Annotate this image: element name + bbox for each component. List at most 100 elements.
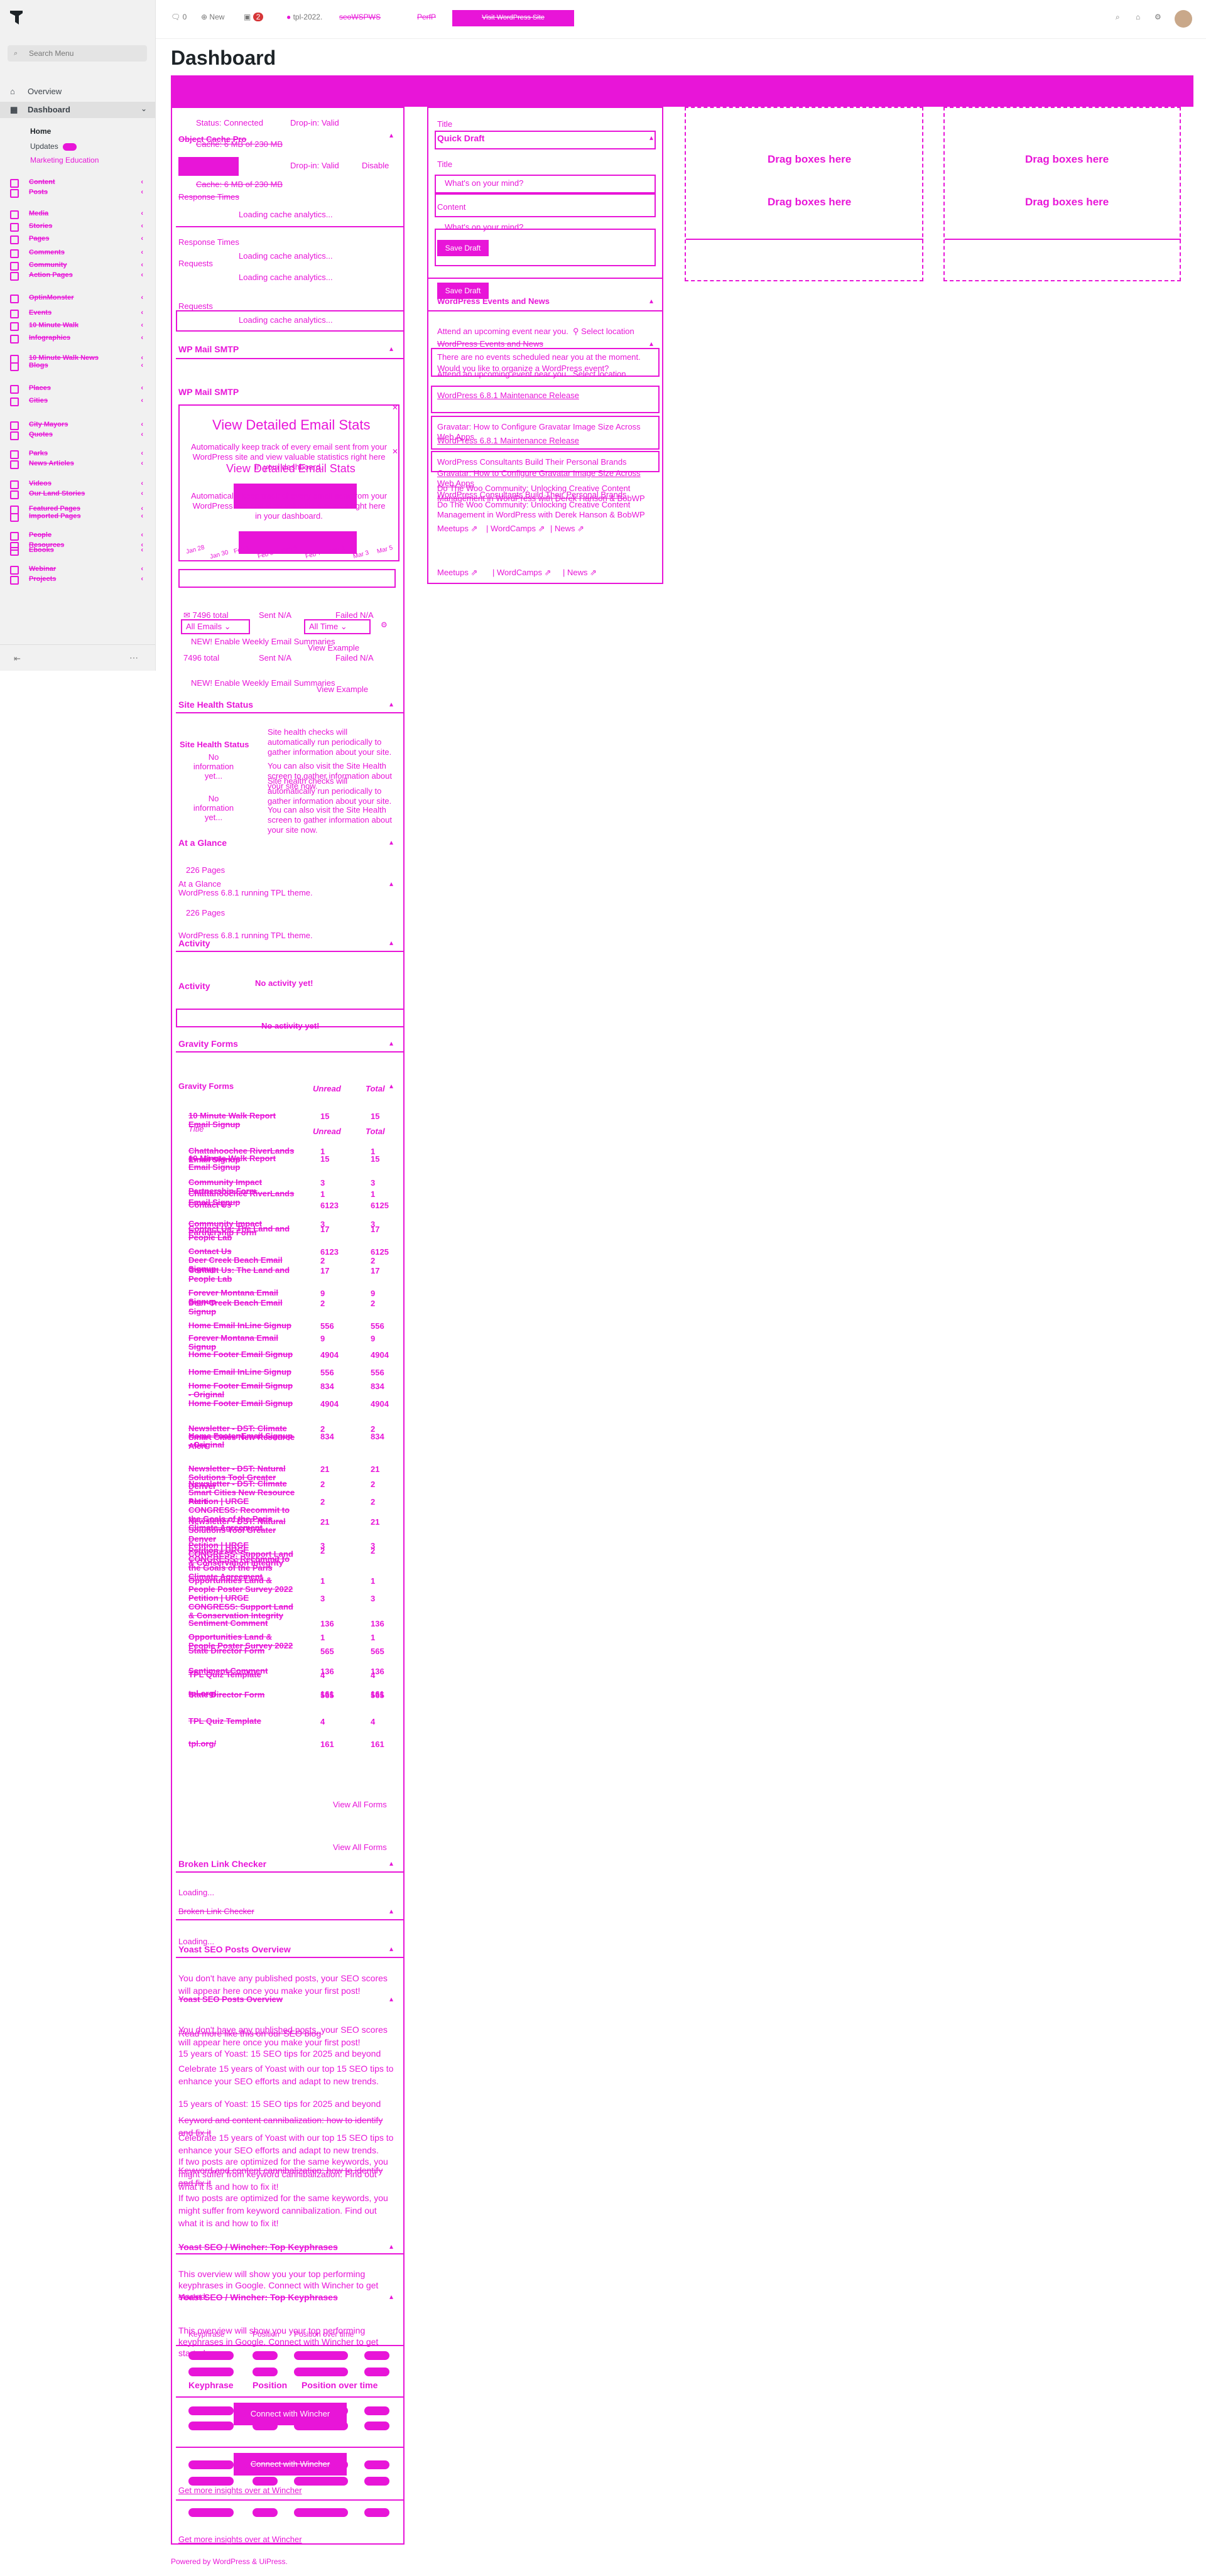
collapse-icon[interactable]: ▴ <box>389 2242 393 2251</box>
select-location-button[interactable]: ⚲ Select location <box>573 327 634 337</box>
yoast-news-link-1[interactable]: 15 years of Yoast: 15 SEO tips for 2025 … <box>178 2048 381 2059</box>
view-all-forms-link-2[interactable]: View All Forms <box>333 1843 387 1852</box>
seo-link[interactable]: seoWSPWS <box>339 13 381 21</box>
sidebar-item-infographics[interactable]: Infographics ‹ <box>10 334 143 344</box>
close-icon[interactable]: ✕ <box>392 403 398 412</box>
new-link[interactable]: ⊕ New <box>201 13 224 21</box>
perf-link[interactable]: PerfP <box>417 13 436 21</box>
avatar[interactable] <box>1175 10 1192 28</box>
sub-updates[interactable]: Updates <box>30 142 58 151</box>
pages-count[interactable]: 226 Pages <box>186 865 225 875</box>
settings-icon[interactable]: ⚙ <box>1154 13 1161 21</box>
collapse-icon[interactable]: ▴ <box>389 938 393 947</box>
emails-filter-select[interactable]: All Emails ⌄ <box>181 619 250 634</box>
sidebar-item-news-articles[interactable]: News Articles ‹ <box>10 460 143 470</box>
sidebar-item-stories[interactable]: Stories ‹ <box>10 222 143 232</box>
site-link[interactable]: ● tpl-2022. <box>286 13 322 21</box>
sidebar-item-media[interactable]: Media ‹ <box>10 210 143 220</box>
sidebar-item-ebooks[interactable]: Ebooks ‹ <box>10 546 143 556</box>
collapse-icon[interactable]: ▴ <box>389 131 393 139</box>
collapse-icon[interactable]: ▴ <box>389 1907 393 1915</box>
blc-title-2: Broken Link Checker <box>178 1907 254 1916</box>
pages-count-2[interactable]: 226 Pages <box>186 908 225 917</box>
sidebar-item-cities[interactable]: Cities ‹ <box>10 397 143 407</box>
more-icon[interactable]: ⋯ <box>129 652 138 663</box>
sidebar-item-imported-pages[interactable]: Imported Pages ‹ <box>10 512 143 522</box>
drop-zone-col4[interactable] <box>943 107 1181 281</box>
sidebar-item-our-land-stories[interactable]: Our Land Stories ‹ <box>10 490 143 500</box>
close-icon[interactable]: ✕ <box>392 447 398 456</box>
news-link[interactable]: | News ⇗ <box>550 524 584 534</box>
sidebar-item-city-mayors[interactable]: City Mayors ‹ <box>10 421 143 431</box>
qd-content-input[interactable] <box>435 193 656 217</box>
nav-dashboard[interactable]: ▦ Dashboard <box>10 105 70 115</box>
divider <box>428 278 662 279</box>
site-logo-icon[interactable] <box>8 9 25 26</box>
collapse-icon[interactable]: ▴ <box>389 1944 393 1953</box>
meetups-link-2[interactable]: Meetups ⇗ <box>437 568 477 578</box>
wincher-more-link[interactable]: Get more insights over at Wincher <box>178 2486 302 2495</box>
collapse-icon[interactable]: ▴ <box>389 1994 393 2003</box>
collapse-icon[interactable]: ▴ <box>649 296 653 305</box>
select-location-button-2[interactable]: Select location <box>573 369 626 379</box>
updates-link[interactable]: ▣ 2 <box>244 13 264 21</box>
sidebar-item-optinmonster[interactable]: OptinMonster ‹ <box>10 294 143 304</box>
sidebar-item-posts[interactable]: Posts ‹ <box>10 188 143 198</box>
cache-disable-button[interactable]: Disable <box>362 161 389 170</box>
sidebar-item-parks[interactable]: Parks ‹ <box>10 450 143 460</box>
sidebar-item-comments[interactable]: Comments ‹ <box>10 249 143 259</box>
collapse-icon[interactable]: ▴ <box>389 1859 393 1868</box>
sidebar-item-videos[interactable]: Videos ‹ <box>10 480 143 490</box>
settings-icon[interactable]: ⚙ <box>381 620 388 629</box>
event-news-link[interactable]: Do The Woo Community: Unlocking Creative… <box>437 500 655 520</box>
sidebar-item-places[interactable]: Places ‹ <box>10 384 143 394</box>
yoast-news-link-2b[interactable]: Keyword and content cannibalization: how… <box>178 2164 394 2189</box>
collapse-icon[interactable]: ▴ <box>389 344 393 353</box>
sidebar-item-content[interactable]: Content ‹ <box>10 178 143 188</box>
news-link-2[interactable]: | News ⇗ <box>563 568 597 578</box>
sidebar-item-projects[interactable]: Projects ‹ <box>10 575 143 585</box>
view-example-link-2[interactable]: View Example <box>317 685 368 694</box>
collapse-sidebar-icon[interactable]: ⇤ <box>14 654 21 664</box>
collapse-icon[interactable]: ▴ <box>389 1039 393 1047</box>
sidebar-item-events[interactable]: Events ‹ <box>10 309 143 319</box>
collapse-icon[interactable]: ▴ <box>389 879 393 888</box>
sub-home[interactable]: Home <box>30 127 51 136</box>
chevron-down-icon[interactable]: ⌄ <box>141 104 147 113</box>
search-menu-input[interactable]: ⌕ Search Menu <box>8 45 147 62</box>
drop-zone-col3[interactable] <box>685 107 923 281</box>
collapse-icon[interactable]: ▴ <box>389 700 393 708</box>
weekly-summary-checkbox-2[interactable]: NEW! Enable Weekly Email Summaries <box>191 678 335 688</box>
sidebar-item-community[interactable]: Community ‹ <box>10 261 143 271</box>
connect-wincher-button[interactable]: Connect with Wincher <box>234 2403 347 2425</box>
sidebar-item-webinar[interactable]: Webinar ‹ <box>10 565 143 575</box>
sidebar-item-action-pages[interactable]: Action Pages ‹ <box>10 271 143 281</box>
sidebar-item-10-minute-walk[interactable]: 10 Minute Walk ‹ <box>10 322 143 332</box>
wordcamps-link-2[interactable]: | WordCamps ⇗ <box>492 568 551 578</box>
view-all-forms-link[interactable]: View All Forms <box>333 1800 387 1809</box>
meetups-link[interactable]: Meetups ⇗ <box>437 524 477 534</box>
collapse-icon[interactable]: ▴ <box>649 339 653 348</box>
visit-site-button[interactable]: Visit WordPress Site <box>452 10 574 26</box>
collapse-icon[interactable]: ▴ <box>389 1081 393 1090</box>
sidebar-item-quotes[interactable]: Quotes ‹ <box>10 431 143 441</box>
view-example-link[interactable]: View Example <box>308 643 359 652</box>
sidebar-item-people[interactable]: People ‹ <box>10 531 143 541</box>
search-icon[interactable]: ⌕ <box>1116 13 1120 22</box>
collapse-icon[interactable]: ▴ <box>389 2292 393 2301</box>
connect-wincher-button-2[interactable]: Connect with Wincher <box>234 2453 347 2476</box>
wincher-more-link-2[interactable]: Get more insights over at Wincher <box>178 2535 302 2544</box>
home-icon[interactable]: ⌂ <box>1136 13 1140 21</box>
collapse-icon[interactable]: ▴ <box>389 838 393 847</box>
sidebar-item-blogs[interactable]: Blogs ‹ <box>10 362 143 372</box>
sub-marketing-education[interactable]: Marketing Education <box>30 156 99 165</box>
time-filter-select[interactable]: All Time ⌄ <box>304 619 371 634</box>
collapse-icon[interactable]: ▴ <box>649 133 653 142</box>
yoast-news-link-1b[interactable]: 15 years of Yoast: 15 SEO tips for 2025 … <box>178 2099 381 2109</box>
save-draft-button[interactable]: Save Draft <box>437 240 489 256</box>
sidebar-item-pages[interactable]: Pages ‹ <box>10 235 143 245</box>
nav-overview[interactable]: ⌂ Overview <box>10 87 62 96</box>
event-news-link[interactable]: WordPress Consultants Build Their Person… <box>437 490 655 500</box>
wordcamps-link[interactable]: | WordCamps ⇗ <box>486 524 545 534</box>
comments-link[interactable]: 🗨 0 <box>171 13 187 21</box>
